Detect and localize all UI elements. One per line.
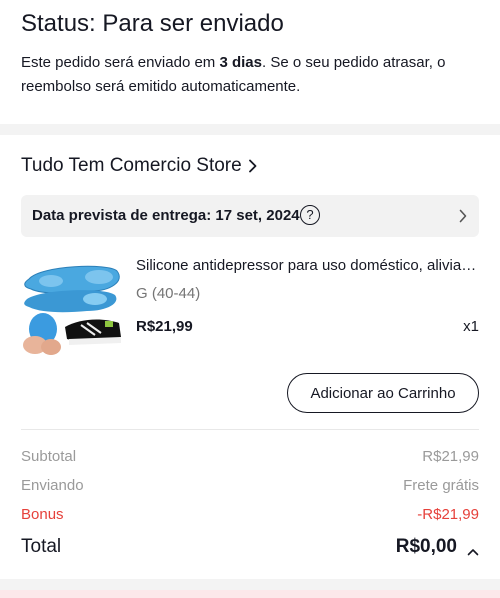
bonus-value: -R$21,99	[417, 506, 479, 523]
total-value: R$0,00	[395, 536, 457, 557]
next-section-edge	[0, 590, 500, 598]
total-label: Total	[21, 536, 62, 557]
shipping-row: Enviando Frete grátis	[21, 475, 479, 497]
store-name: Tudo Tem Comercio Store	[21, 155, 242, 176]
status-desc-prefix: Este pedido será enviado em	[21, 54, 220, 71]
subtotal-row: Subtotal R$21,99	[21, 446, 479, 468]
subtotal-value: R$21,99	[422, 448, 479, 465]
chevron-right-icon	[248, 159, 258, 173]
bonus-label: Bonus	[21, 506, 64, 523]
shipping-value: Frete grátis	[403, 477, 479, 494]
order-status-description: Este pedido será enviado em 3 dias. Se o…	[21, 51, 481, 99]
bonus-row: Bonus -R$21,99	[21, 504, 479, 526]
section-divider	[0, 124, 500, 135]
order-status-title: Status: Para ser enviado	[21, 10, 284, 37]
order-card: Tudo Tem Comercio Store Data prevista de…	[0, 135, 500, 579]
product-name[interactable]: Silicone antidepressor para uso doméstic…	[136, 255, 480, 277]
delivery-estimate-text: Data prevista de entrega: 17 set, 2024	[32, 207, 300, 224]
product-price: R$21,99	[136, 318, 193, 335]
shipping-days: 3 dias	[219, 54, 262, 71]
subtotal-label: Subtotal	[21, 448, 77, 465]
chevron-right-icon	[459, 209, 467, 228]
chevron-up-icon[interactable]	[467, 541, 479, 563]
store-link[interactable]: Tudo Tem Comercio Store	[21, 153, 258, 179]
insole-product-image[interactable]	[21, 257, 125, 361]
total-row[interactable]: Total R$0,00	[21, 534, 479, 560]
summary-divider	[21, 429, 479, 430]
delivery-estimate-bar[interactable]: Data prevista de entrega: 17 set, 2024 ?	[21, 195, 479, 237]
product-variant: G (40-44)	[136, 285, 201, 302]
shipping-label: Enviando	[21, 477, 84, 494]
product-quantity: x1	[463, 318, 479, 335]
order-status-section: Status: Para ser enviado Este pedido ser…	[0, 0, 500, 124]
add-to-cart-button[interactable]: Adicionar ao Carrinho	[287, 373, 479, 413]
help-circle-icon[interactable]: ?	[300, 205, 320, 225]
